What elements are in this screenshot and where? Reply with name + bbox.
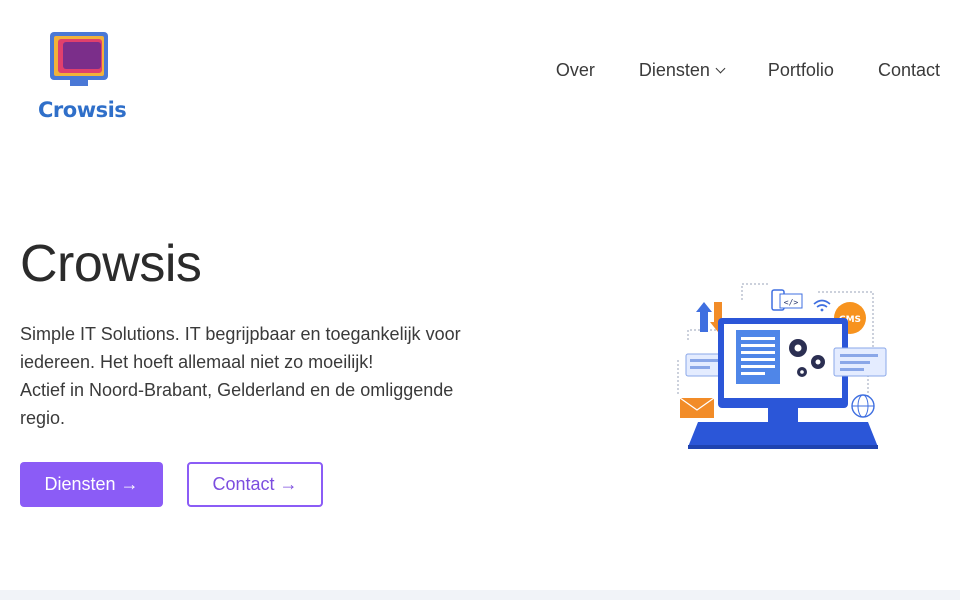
computer-illustration-icon: </> CMS: [668, 280, 898, 455]
monitor-logo-icon: [50, 32, 108, 86]
hero-description: Simple IT Solutions. IT begrijpbaar en t…: [20, 320, 500, 432]
nav-item-portfolio[interactable]: Portfolio: [768, 60, 834, 81]
svg-text:</>: </>: [784, 298, 799, 307]
hero-description-line: Simple IT Solutions. IT begrijpbaar en t…: [20, 324, 461, 372]
logo-text: Crowsis: [38, 98, 127, 122]
site-header: Crowsis Over Diensten Portfolio Contact: [0, 0, 960, 150]
nav-item-label: Contact: [877, 60, 940, 80]
page-title: Crowsis: [20, 235, 202, 293]
main-nav: Over Diensten Portfolio Contact: [556, 60, 940, 81]
diensten-button[interactable]: Diensten →: [20, 462, 163, 507]
nav-item-label: Diensten: [638, 60, 710, 80]
contact-button[interactable]: Contact →: [187, 462, 323, 507]
nav-item-contact[interactable]: Contact: [878, 60, 940, 81]
chevron-down-icon[interactable]: [715, 63, 726, 74]
logo[interactable]: Crowsis: [34, 26, 127, 126]
section-divider: [0, 590, 960, 600]
nav-item-label: Portfolio: [767, 60, 834, 80]
nav-item-label: Over: [555, 60, 595, 80]
nav-item-over[interactable]: Over: [556, 60, 595, 81]
nav-item-diensten[interactable]: Diensten: [638, 60, 726, 81]
hero-description-line: Actief in Noord-Brabant, Gelderland en d…: [20, 380, 454, 428]
